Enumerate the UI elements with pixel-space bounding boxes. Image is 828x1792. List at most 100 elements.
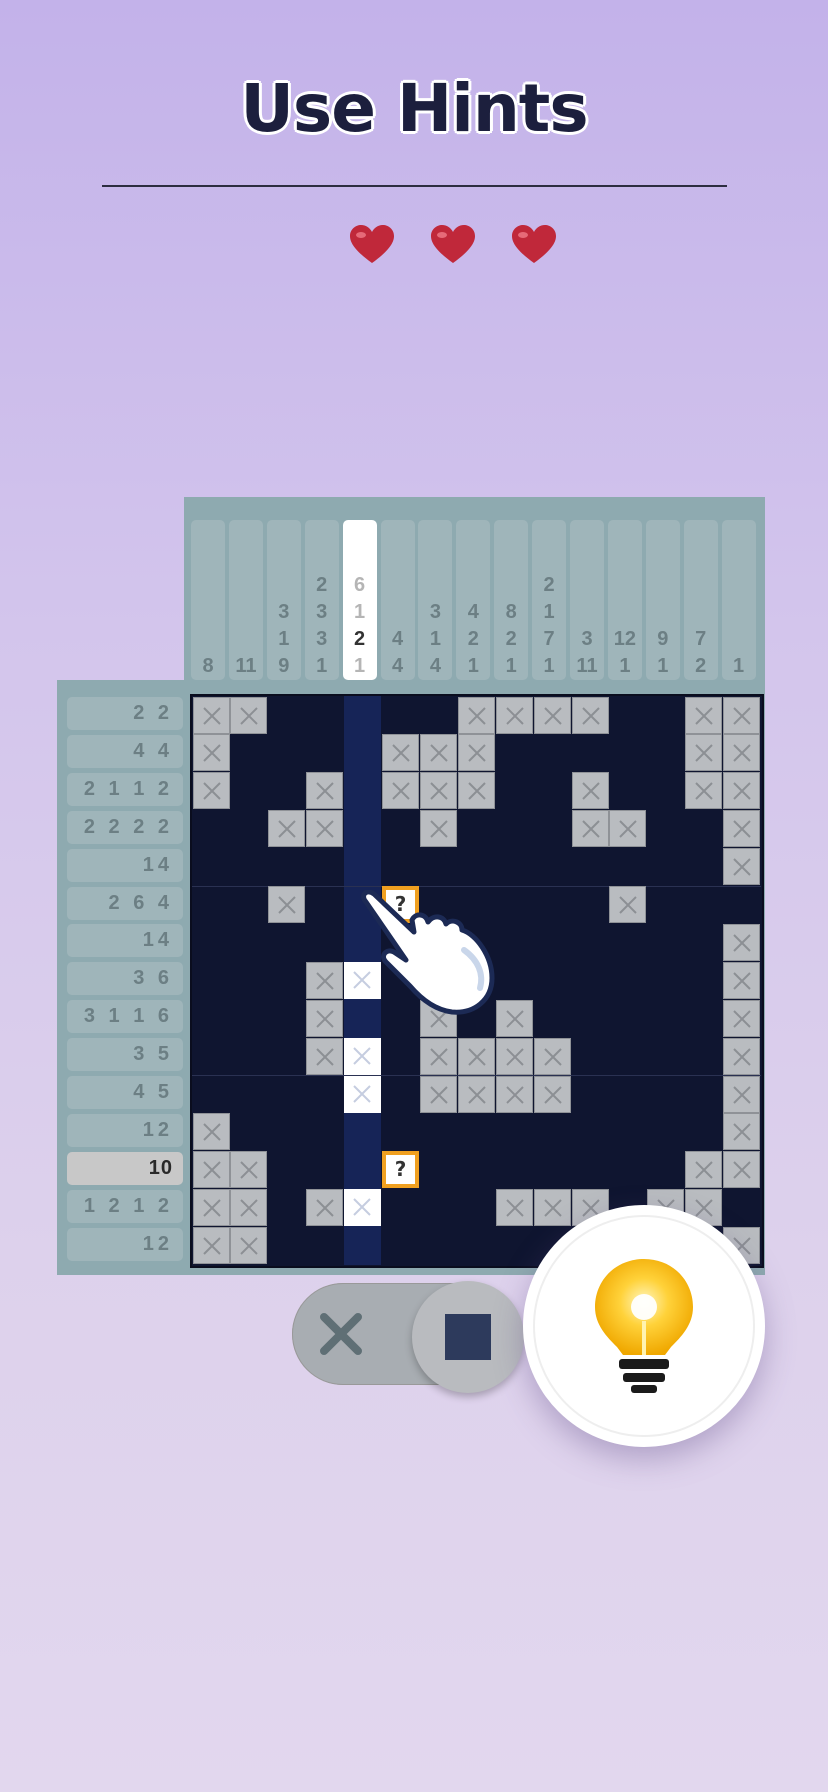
crossed-cell[interactable] [457,1075,495,1113]
crossed-cell[interactable] [419,1075,457,1113]
crossed-cell[interactable] [495,1189,533,1227]
crossed-cell[interactable] [533,1189,571,1227]
column-clue-number: 2 [505,628,517,650]
crossed-cell[interactable] [192,696,230,734]
heart-icon [350,225,394,263]
column-clue-number: 1 [467,655,479,677]
crossed-cell[interactable] [723,848,761,886]
column-clue-number: 2 [467,628,479,650]
nonogram-board: 8 11 3 1 9 2 3 3 1 6 1 2 1 4 4 3 1 4 4 2 1 8 2 1 2 1 7 1 3 11 12 1 9 1 7 2 1… [57,497,765,1275]
hint-crossed-cell[interactable] [344,1037,382,1075]
column-clue-number: 7 [543,628,555,650]
pointing-hand-icon [361,890,495,1015]
crossed-cell[interactable] [609,886,647,923]
crossed-cell[interactable] [230,1227,268,1265]
page-title: Use Hints [240,70,588,147]
hint-crossed-cell[interactable] [344,1189,382,1227]
crossed-cell[interactable] [192,734,230,772]
crossed-cell[interactable] [723,810,761,848]
crossed-cell[interactable] [419,810,457,848]
crossed-cell[interactable] [685,772,723,810]
crossed-cell[interactable] [723,1113,761,1151]
crossed-cell[interactable] [306,810,344,848]
row-clue: 1 2 1 2 [67,1189,183,1223]
column-clue: 8 [191,520,225,680]
column-clue-number: 1 [505,655,517,677]
crossed-cell[interactable] [306,1037,344,1075]
column-clue-number: 4 [467,601,479,623]
crossed-cell[interactable] [495,1037,533,1075]
crossed-cell[interactable] [382,772,419,810]
column-clue-number: 1 [429,628,441,650]
row-clue: 14 [67,848,183,882]
hint-crossed-cell[interactable] [344,1075,382,1113]
column-clue: 8 2 1 [494,520,529,680]
crossed-cell[interactable] [457,734,495,772]
hint-button[interactable] [523,1205,765,1447]
crossed-cell[interactable] [685,1151,723,1189]
cross-icon[interactable] [316,1309,366,1359]
row-clue: 2 2 [67,697,183,730]
crossed-cell[interactable] [192,1227,230,1265]
crossed-cell[interactable] [723,696,761,734]
crossed-cell[interactable] [723,999,761,1037]
row-clue: 2 2 2 2 [67,810,183,844]
mode-toggle[interactable] [292,1281,524,1393]
crossed-cell[interactable] [306,999,344,1037]
row-clue: 3 5 [67,1038,183,1072]
crossed-cell[interactable] [495,696,533,734]
crossed-cell[interactable] [685,696,723,734]
crossed-cell[interactable] [230,1189,268,1227]
crossed-cell[interactable] [192,772,230,810]
crossed-cell[interactable] [192,1189,230,1227]
column-clue-number: 3 [581,628,593,650]
crossed-cell[interactable] [419,734,457,772]
crossed-cell[interactable] [419,772,457,810]
column-clue-number: 1 [354,601,366,623]
crossed-cell[interactable] [306,1189,344,1227]
crossed-cell[interactable] [419,1037,457,1075]
crossed-cell[interactable] [268,886,306,923]
column-clue-number: 3 [316,601,328,623]
column-clue-number: 8 [202,655,214,677]
crossed-cell[interactable] [306,772,344,810]
crossed-cell[interactable] [723,923,761,961]
crossed-cell[interactable] [192,1113,230,1151]
column-clue-number: 1 [657,655,669,677]
crossed-cell[interactable] [533,1037,571,1075]
crossed-cell[interactable] [457,1037,495,1075]
crossed-cell[interactable] [723,961,761,999]
crossed-cell[interactable] [609,810,647,848]
crossed-cell[interactable] [723,734,761,772]
hint-question-cell[interactable]: ? [382,1151,419,1189]
crossed-cell[interactable] [571,772,609,810]
crossed-cell[interactable] [723,1075,761,1113]
column-clue: 12 1 [607,520,642,680]
crossed-cell[interactable] [268,810,306,848]
crossed-cell[interactable] [306,961,344,999]
column-clue-number: 2 [543,574,555,596]
crossed-cell[interactable] [533,1075,571,1113]
column-clue-number: 7 [695,628,707,650]
crossed-cell[interactable] [685,734,723,772]
column-clue-number: 1 [354,655,366,677]
crossed-cell[interactable] [571,810,609,848]
crossed-cell[interactable] [230,696,268,734]
crossed-cell[interactable] [533,696,571,734]
filled-square-icon [445,1314,491,1360]
column-clue: 11 [228,520,263,680]
crossed-cell[interactable] [230,1151,268,1189]
crossed-cell[interactable] [723,772,761,810]
crossed-cell[interactable] [382,734,419,772]
column-clue-number: 3 [316,628,328,650]
fill-mode-button[interactable] [412,1281,524,1393]
row-clue-active: 10 [67,1151,183,1185]
crossed-cell[interactable] [571,696,609,734]
crossed-cell[interactable] [192,1151,230,1189]
column-clue-number: 11 [235,655,257,677]
crossed-cell[interactable] [723,1151,761,1189]
crossed-cell[interactable] [457,772,495,810]
crossed-cell[interactable] [495,1075,533,1113]
crossed-cell[interactable] [723,1037,761,1075]
crossed-cell[interactable] [457,696,495,734]
